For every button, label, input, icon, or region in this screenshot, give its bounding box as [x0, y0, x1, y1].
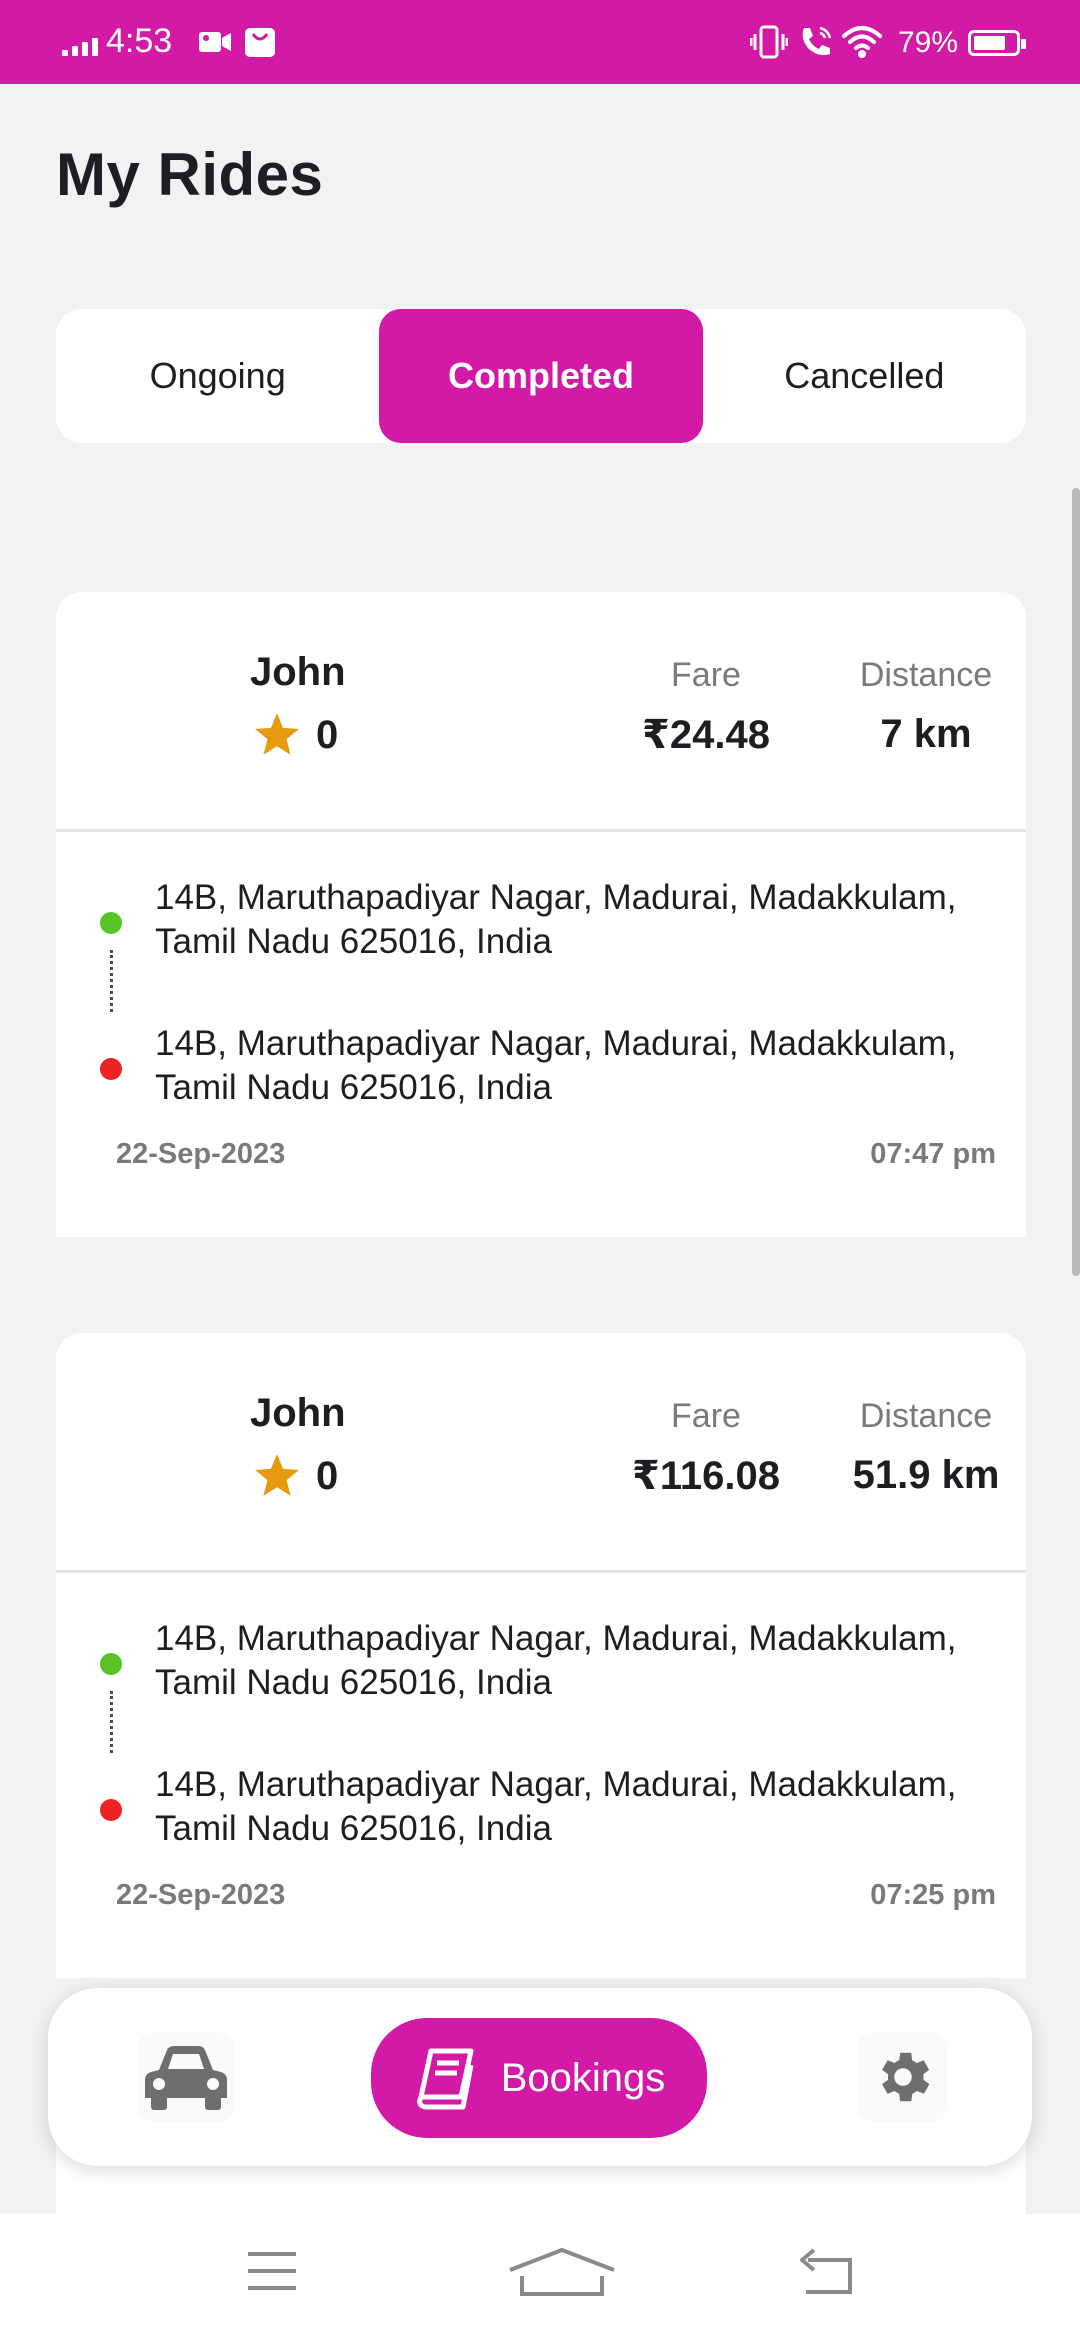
nav-bookings-button[interactable]: Bookings — [371, 2018, 707, 2138]
ride-card[interactable]: John 0 Fare ₹116.08 Distance 51.9 km 14B… — [56, 1333, 1026, 1978]
battery-icon — [968, 30, 1026, 56]
battery-percentage: 79% — [898, 26, 959, 59]
ride-card[interactable]: John 0 Fare ₹24.48 Distance 7 km 14B, Ma… — [56, 592, 1026, 1237]
status-time: 4:53 — [106, 22, 173, 60]
book-icon — [416, 2048, 474, 2110]
ride-route: 14B, Maruthapadiyar Nagar, Madurai, Mada… — [56, 832, 1026, 1237]
scrollbar[interactable] — [1072, 488, 1080, 1276]
pickup-address: 14B, Maruthapadiyar Nagar, Madurai, Mada… — [155, 1619, 957, 1702]
nav-settings-button[interactable] — [858, 2032, 948, 2122]
wifi-icon — [842, 26, 882, 58]
pickup-dot-icon — [100, 1653, 122, 1675]
drop-address: 14B, Maruthapadiyar Nagar, Madurai, Mada… — [155, 1024, 957, 1107]
distance-value: 51.9 km — [852, 1453, 1000, 1497]
shopping-bag-icon — [245, 28, 275, 57]
car-icon — [145, 2046, 227, 2110]
vibrate-icon — [750, 25, 788, 59]
ride-date: 22-Sep-2023 — [116, 1879, 286, 1911]
rating-value: 0 — [316, 712, 339, 757]
bottom-navigation: Bookings — [48, 1988, 1032, 2166]
driver-rating: 0 — [252, 710, 338, 760]
drop-dot-icon — [100, 1058, 122, 1080]
tab-ongoing[interactable]: Ongoing — [56, 309, 379, 443]
page-title: My Rides — [56, 141, 324, 208]
driver-name: John — [250, 1391, 346, 1435]
drop-address: 14B, Maruthapadiyar Nagar, Madurai, Mada… — [155, 1765, 957, 1848]
ride-status-tabs: Ongoing Completed Cancelled — [56, 309, 1026, 443]
route-line — [110, 950, 113, 1012]
driver-rating: 0 — [252, 1451, 338, 1501]
wifi-calling-icon — [802, 26, 832, 56]
distance-value: 7 km — [880, 712, 972, 756]
signal-icon — [62, 34, 98, 56]
video-icon — [199, 32, 231, 52]
tab-completed[interactable]: Completed — [379, 309, 703, 443]
nav-bookings-label: Bookings — [500, 2055, 666, 2100]
nav-rides-button[interactable] — [138, 2032, 234, 2122]
back-icon[interactable] — [796, 2246, 854, 2296]
ride-route: 14B, Maruthapadiyar Nagar, Madurai, Mada… — [56, 1573, 1026, 1978]
system-navigation-bar — [0, 2214, 1080, 2340]
gear-icon — [882, 2052, 930, 2102]
ride-summary: John 0 Fare ₹24.48 Distance 7 km — [56, 592, 1026, 832]
ride-summary: John 0 Fare ₹116.08 Distance 51.9 km — [56, 1333, 1026, 1573]
home-icon[interactable] — [506, 2246, 618, 2298]
rating-value: 0 — [316, 1453, 339, 1498]
driver-name: John — [250, 650, 346, 694]
distance-label: Distance — [859, 1397, 993, 1435]
distance-label: Distance — [859, 656, 993, 694]
star-icon — [255, 1454, 299, 1496]
ride-time: 07:25 pm — [870, 1879, 996, 1911]
recent-apps-icon[interactable] — [246, 2250, 298, 2292]
tab-cancelled[interactable]: Cancelled — [703, 309, 1026, 443]
pickup-dot-icon — [100, 912, 122, 934]
ride-date: 22-Sep-2023 — [116, 1138, 286, 1170]
ride-time: 07:47 pm — [870, 1138, 996, 1170]
pickup-address: 14B, Maruthapadiyar Nagar, Madurai, Mada… — [155, 878, 957, 961]
route-line — [110, 1691, 113, 1753]
star-icon — [255, 713, 299, 755]
drop-dot-icon — [100, 1799, 122, 1821]
status-bar: 4:53 79% — [0, 0, 1080, 84]
